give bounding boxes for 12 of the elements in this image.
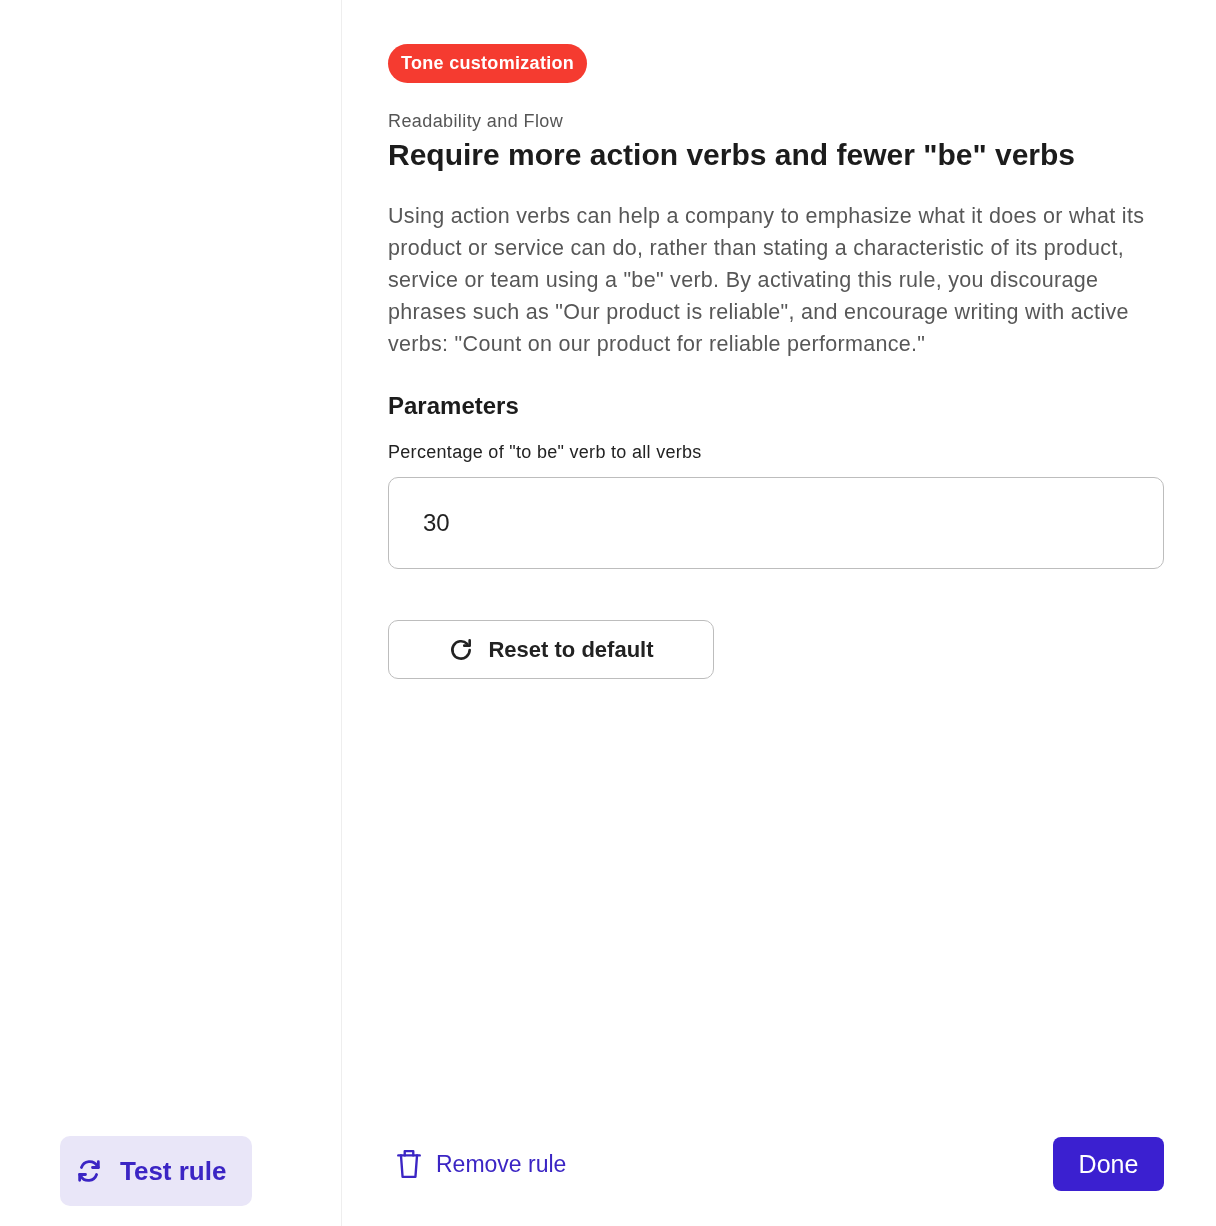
test-rule-button[interactable]: Test rule xyxy=(60,1136,252,1206)
rule-category: Readability and Flow xyxy=(388,111,565,132)
category-tag: Tone customization xyxy=(388,44,588,83)
rule-description: Using action verbs can help a company to emphasize what it does or what its product or service can do, rather than stating a characteristic of its product, service or team using a "be" verb. By activating this rule, you discourage phrases such as "Our product is reliable", and encourage writing with active verbs: "Count on our product for reliable performance." xyxy=(388,203,1146,358)
percentage-input[interactable]: 30 xyxy=(388,477,1164,569)
trash-icon xyxy=(396,1149,422,1179)
remove-rule-button[interactable]: Remove rule xyxy=(388,1149,567,1179)
field-label: Percentage of "to be" verb to all verbs xyxy=(388,442,703,463)
reset-button[interactable]: Reset to default xyxy=(388,620,714,679)
rule-title: Require more action verbs and fewer "be" verbs xyxy=(388,138,1076,172)
parameters-heading: Parameters xyxy=(388,392,520,420)
done-button[interactable]: Done xyxy=(1053,1137,1164,1191)
